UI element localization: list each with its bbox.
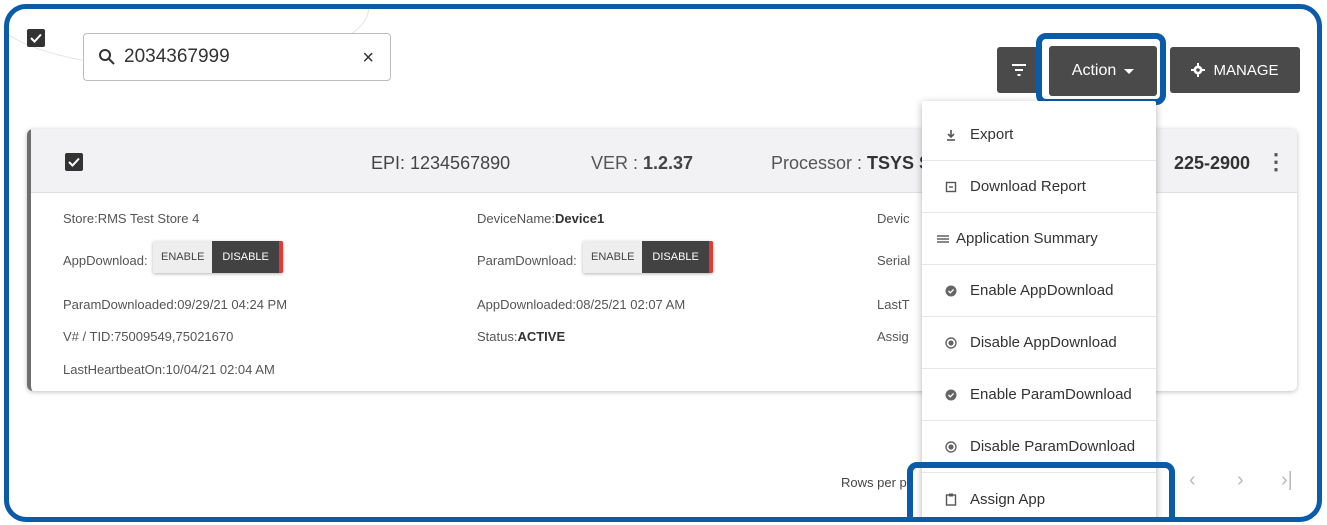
phone-text: 225-2900 bbox=[1174, 153, 1251, 173]
status-field: Status:ACTIVE bbox=[477, 329, 566, 344]
manage-button-label: MANAGE bbox=[1213, 61, 1279, 79]
col3-field-4: Assig bbox=[877, 329, 909, 344]
radio-circle-icon bbox=[944, 336, 958, 350]
processor-text: Processor : TSYS SI bbox=[771, 153, 937, 173]
filter-icon bbox=[1012, 64, 1026, 76]
check-icon bbox=[30, 33, 42, 43]
app-download-enable[interactable]: ENABLE bbox=[153, 241, 213, 273]
col3-field-2: Serial bbox=[877, 253, 911, 268]
menu-item-disable-appdownload[interactable]: Disable AppDownload bbox=[922, 317, 1156, 369]
col3-field-3: LastT bbox=[877, 297, 910, 312]
check-circle-icon bbox=[944, 388, 958, 402]
app-download-label: AppDownload: bbox=[63, 253, 148, 268]
col3-field-1: Devic bbox=[877, 211, 910, 226]
vtid-field: V# / TID:75009549,75021670 bbox=[63, 329, 234, 344]
list-icon bbox=[936, 232, 950, 246]
version-text: VER : 1.2.37 bbox=[591, 153, 694, 173]
radio-circle-icon bbox=[944, 440, 958, 454]
device-checkbox[interactable] bbox=[65, 153, 83, 171]
clear-icon[interactable]: × bbox=[362, 47, 374, 70]
check-icon bbox=[68, 157, 80, 167]
action-menu: Export Download Report Application Summa… bbox=[922, 101, 1156, 517]
more-vert-icon[interactable]: ⋮ bbox=[1265, 149, 1287, 175]
menu-item-download-report[interactable]: Download Report bbox=[922, 161, 1156, 213]
menu-item-application-summary[interactable]: Application Summary bbox=[922, 213, 1156, 265]
menu-item-enable-paramdownload[interactable]: Enable ParamDownload bbox=[922, 369, 1156, 421]
rows-per-page-label: Rows per p bbox=[841, 475, 907, 490]
param-download-toggle[interactable]: ENABLE DISABLE bbox=[583, 241, 713, 273]
report-icon bbox=[944, 180, 958, 194]
select-all-checkbox[interactable] bbox=[27, 29, 45, 47]
app-download-toggle[interactable]: ENABLE DISABLE bbox=[153, 241, 283, 273]
menu-item-enable-appdownload[interactable]: Enable AppDownload bbox=[922, 265, 1156, 317]
app-downloaded-field: AppDownloaded:08/25/21 02:07 AM bbox=[477, 297, 686, 312]
screen-frame: 2034367999 × Action MANAGE EPI: 12345678… bbox=[4, 4, 1322, 522]
check-circle-icon bbox=[944, 284, 958, 298]
search-box[interactable]: 2034367999 × bbox=[83, 33, 391, 81]
app-download-disable[interactable]: DISABLE bbox=[212, 241, 283, 273]
last-page-icon[interactable]: ›| bbox=[1281, 469, 1293, 492]
download-icon bbox=[944, 128, 958, 142]
device-name-field: DeviceName:Device1 bbox=[477, 211, 605, 226]
assign-app-highlight-box bbox=[907, 462, 1175, 517]
filter-button[interactable] bbox=[997, 47, 1041, 93]
menu-item-export[interactable]: Export bbox=[922, 109, 1156, 161]
gear-icon bbox=[1191, 63, 1206, 77]
store-field: Store:RMS Test Store 4 bbox=[63, 211, 200, 226]
param-download-label: ParamDownload: bbox=[477, 253, 577, 268]
next-page-icon[interactable]: › bbox=[1237, 469, 1244, 492]
param-download-disable[interactable]: DISABLE bbox=[642, 241, 713, 273]
action-highlight-box bbox=[1036, 33, 1166, 105]
prev-page-icon[interactable]: ‹ bbox=[1189, 469, 1196, 492]
epi-text: EPI: 1234567890 bbox=[371, 153, 511, 173]
search-icon bbox=[99, 49, 115, 65]
param-download-enable[interactable]: ENABLE bbox=[583, 241, 643, 273]
manage-button[interactable]: MANAGE bbox=[1170, 47, 1300, 93]
param-downloaded-field: ParamDownloaded:09/29/21 04:24 PM bbox=[63, 297, 288, 312]
search-input[interactable]: 2034367999 bbox=[124, 46, 230, 68]
last-heartbeat-field: LastHeartbeatOn:10/04/21 02:04 AM bbox=[63, 362, 275, 377]
